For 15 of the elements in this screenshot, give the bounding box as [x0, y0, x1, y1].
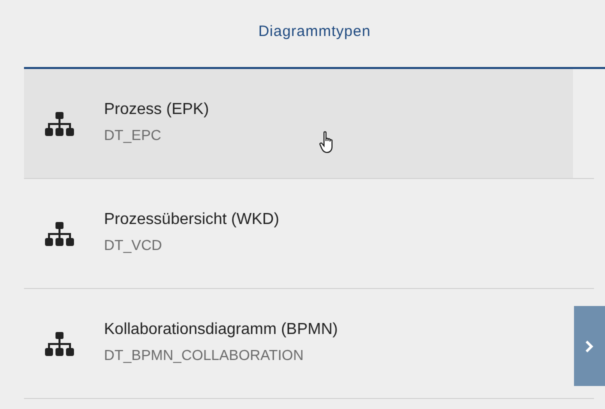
chevron-right-icon [585, 340, 594, 352]
hierarchy-icon [44, 222, 75, 246]
item-code: DT_VCD [104, 236, 164, 256]
item-title: Kollaborationsdiagramm (BPMN) [104, 320, 338, 340]
item-code: DT_EPC [104, 126, 162, 146]
item-code: DT_BPMN_COLLABORATION [104, 346, 305, 366]
expand-button[interactable] [574, 306, 605, 386]
list-item[interactable]: Prozess (EPK) DT_EPC [24, 69, 573, 178]
item-title: Prozess (EPK) [104, 100, 209, 120]
list-item[interactable]: Prozessübersicht (WKD) DT_VCD [24, 179, 573, 288]
hierarchy-icon [44, 112, 75, 136]
list-item[interactable]: Kollaborationsdiagramm (BPMN) DT_BPMN_COLLABORATION [24, 289, 573, 398]
panel-title: Diagrammtypen [258, 22, 371, 42]
hierarchy-icon [44, 332, 75, 356]
item-title: Prozessübersicht (WKD) [104, 210, 280, 230]
